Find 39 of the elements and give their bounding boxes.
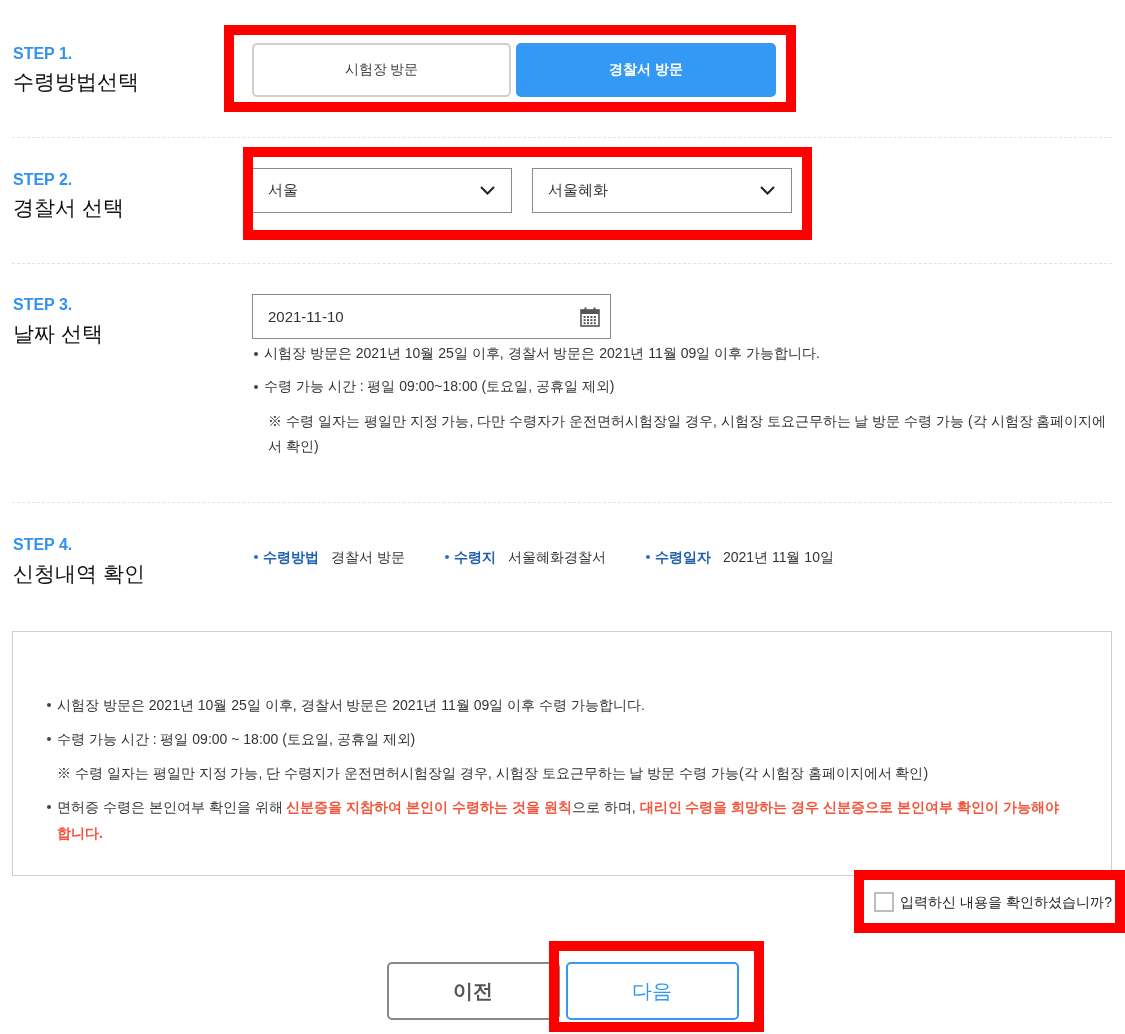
bullet-icon bbox=[47, 737, 51, 741]
note-text: 시험장 방문은 2021년 10월 25일 이후, 경찰서 방문은 2021년 11월 09일 이후 가능합니다. bbox=[264, 344, 821, 363]
bullet-icon bbox=[444, 555, 449, 559]
summary-value: 서울혜화경찰서 bbox=[507, 548, 606, 567]
note-text: 면허증 수령은 본인여부 확인을 위해 신분증을 지참하여 본인이 수령하는 것을 원칙으로 하며, 대리인 수령을 희망하는 경우 신분증으로 본인여부 확인이 가능해야 합니다. bbox=[57, 798, 1060, 843]
step-title: 날짜 선택 bbox=[13, 321, 103, 347]
checkbox[interactable] bbox=[874, 892, 895, 912]
checkbox-label: 입력하신 내용을 확인하셨습니까? bbox=[900, 893, 1112, 912]
note-text: 수령 가능 시간 : 평일 09:00 ~ 18:00 (토요일, 공휴일 제외) bbox=[57, 730, 417, 749]
summary-label: 수령지 bbox=[453, 548, 496, 567]
dropdown[interactable]: 서울혜화 bbox=[532, 168, 792, 213]
step-title: 신청내역 확인 bbox=[13, 561, 145, 587]
previous-button[interactable]: 이전 bbox=[386, 962, 560, 1020]
bullet-icon bbox=[254, 384, 258, 389]
step-title: 경찰서 선택 bbox=[13, 195, 124, 221]
step-label: STEP 4. bbox=[13, 536, 73, 554]
bullet-icon bbox=[47, 703, 51, 707]
calendar-icon[interactable] bbox=[580, 306, 600, 327]
step-label: STEP 1. bbox=[13, 45, 73, 63]
bullet-icon bbox=[47, 805, 51, 809]
bullet-icon bbox=[645, 555, 650, 559]
summary-label: 수령방법 bbox=[263, 548, 319, 567]
option-button[interactable]: 시험장 방문 bbox=[252, 43, 511, 97]
date-field[interactable]: 2021-11-10 bbox=[252, 294, 611, 339]
remark-text: ※ 수령 일자는 평일만 지정 가능, 다만 수령자가 운전면허시험장일 경우, 시험장 토요근무하는 날 방문 수령 가능 (각 시험장 홈페이지에서 확인) bbox=[267, 412, 1108, 456]
chevron-down-icon bbox=[480, 186, 495, 195]
note-text: 수령 가능 시간 : 평일 09:00~18:00 (토요일, 공휴일 제외) bbox=[264, 377, 616, 396]
step-title: 수령방법선택 bbox=[13, 69, 139, 95]
chevron-down-icon bbox=[760, 186, 775, 195]
step-label: STEP 3. bbox=[13, 296, 73, 314]
bullet-icon bbox=[254, 351, 258, 356]
note-text: 시험장 방문은 2021년 10월 25일 이후, 경찰서 방문은 2021년 11월 09일 이후 수령 가능합니다. bbox=[57, 696, 646, 715]
summary-value: 경찰서 방문 bbox=[331, 548, 405, 567]
remark-text: ※ 수령 일자는 평일만 지정 가능, 단 수령지가 운전면허시험장일 경우, 시험장 토요근무하는 날 방문 수령 가능(각 시험장 홈페이지에서 확인) bbox=[56, 764, 930, 783]
dropdown[interactable]: 서울 bbox=[252, 168, 512, 213]
summary-label: 수령일자 bbox=[654, 548, 711, 567]
bullet-icon bbox=[254, 555, 258, 559]
summary-value: 2021년 11월 10일 bbox=[722, 548, 834, 567]
step-label: STEP 2. bbox=[13, 171, 73, 189]
